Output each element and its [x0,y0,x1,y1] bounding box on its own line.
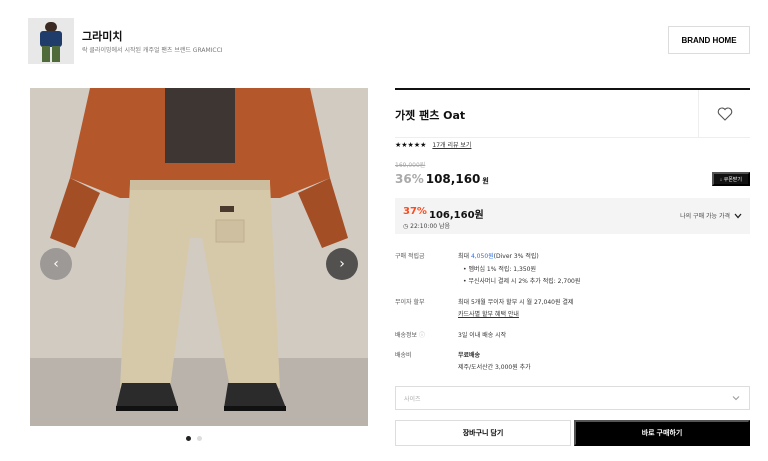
sale-price: 108,160 [425,172,481,186]
shipping-text: 3일 이내 배송 시작 [458,332,507,339]
special-price: 106,160원 [429,210,484,221]
coupon-button[interactable]: ↓ 쿠폰받기 [711,172,750,186]
gallery-prev-button[interactable]: ‹ [40,248,72,280]
gallery-next-button[interactable]: › [326,248,358,280]
size-placeholder: 사이즈 [404,395,421,403]
my-price-label: 나의 구매 가능 가격 [680,213,730,220]
rating-row: ★★★★★ 17개 리뷰 보기 [395,140,471,150]
buy-now-button[interactable]: 바로 구매하기 [574,420,750,446]
pagination-dot[interactable] [197,436,202,441]
product-image [30,88,368,426]
discount-rate: 36% [395,172,424,186]
product-image-gallery[interactable]: ‹ › [30,88,368,426]
currency-label: 원 [482,177,489,185]
installment-text: 최대 5개월 무이자 할부 시 월 27,040원 결제 [458,299,574,306]
product-title: 가젯 팬츠 Oat [395,109,466,122]
pagination-dot-active[interactable] [186,436,191,441]
points-amount: 4,050원 [470,253,494,260]
heart-icon [717,107,732,121]
original-price: 169,000원 [395,162,426,169]
chevron-left-icon: ‹ [53,256,59,272]
fee-label: 배송비 [395,352,412,359]
brand-description: 락 클라이밍에서 시작된 캐주얼 팬츠 브랜드 GRAMICCI [82,47,223,54]
points-label: 구매 적립금 [395,253,425,260]
my-price-toggle[interactable]: 나의 구매 가능 가격 [680,211,742,220]
price-row: 36% 108,160 원 [395,172,489,186]
brand-name[interactable]: 그라미치 [82,28,122,44]
special-discount-rate: 37% [403,206,427,217]
installment-link[interactable]: 카드사별 할부 혜택 안내 [458,309,748,321]
special-price-box[interactable]: 37% 106,160원 ◷ 22:10:00 남음 나의 구매 가능 가격 [395,198,750,234]
star-rating: ★★★★★ [395,140,427,149]
wishlist-button[interactable] [698,90,750,138]
points-value: 최대 4,050원(Diver 3% 적립) [458,253,539,260]
gallery-pagination [186,436,202,441]
brand-header: 그라미치 락 클라이밍에서 시작된 캐주얼 팬츠 브랜드 GRAMICCI BR… [28,18,750,68]
chevron-down-icon [734,213,742,218]
time-left: ◷ 22:10:00 남음 [403,223,451,230]
installment-label: 무이자 할부 [395,299,425,306]
title-row: 가젯 팬츠 Oat [395,90,750,138]
chevron-right-icon: › [339,256,345,272]
fee-sub: 제주/도서산간 3,000원 추가 [458,364,531,371]
brand-thumbnail[interactable] [28,18,74,64]
add-to-cart-button[interactable]: 장바구니 담기 [395,420,571,446]
shipping-label: 배송정보 ⓘ [395,332,426,339]
size-select[interactable]: 사이즈 [395,386,750,410]
brand-home-button[interactable]: BRAND HOME [668,26,750,54]
fee-text: 무료배송 [458,352,481,359]
review-link[interactable]: 17개 리뷰 보기 [432,140,471,149]
product-info-panel: 가젯 팬츠 Oat ★★★★★ 17개 리뷰 보기 169,000원 36% 1… [395,88,750,446]
chevron-down-icon [732,396,740,401]
help-icon[interactable]: ⓘ [419,332,425,339]
